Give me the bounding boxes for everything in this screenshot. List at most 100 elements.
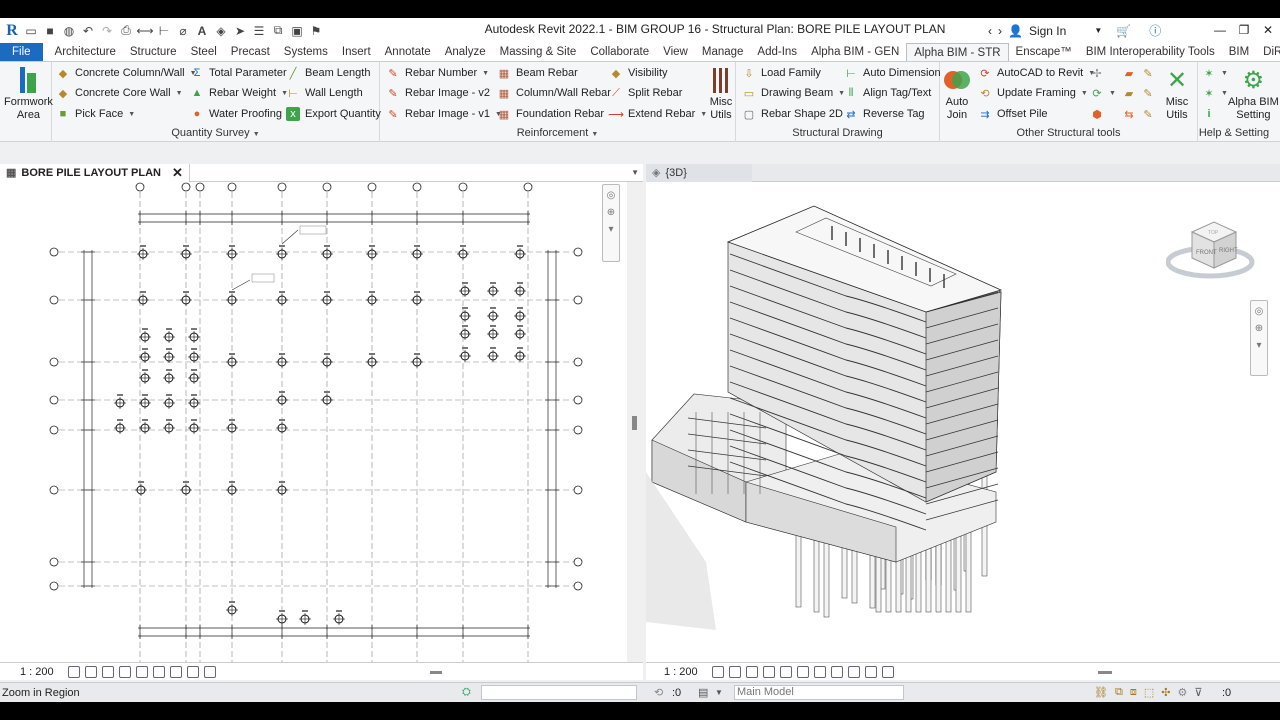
close-hidden-icon[interactable]: ⧉ — [270, 23, 286, 39]
export-quantity-button[interactable]: x Export Quantity — [286, 104, 381, 124]
drag-elements-icon[interactable]: ✣ — [1161, 686, 1170, 699]
visual-style-icon[interactable] — [84, 665, 97, 678]
sign-in-link[interactable]: Sign In — [1029, 24, 1066, 38]
nav-dropdown-icon[interactable]: ▾ — [1256, 340, 1261, 351]
tab-collaborate[interactable]: Collaborate — [583, 43, 656, 61]
viewcube-right[interactable]: RIGHT — [1219, 248, 1238, 254]
detail-level-icon[interactable] — [711, 665, 724, 678]
column-wall-rebar-button[interactable]: ▦ Column/Wall Rebar — [497, 83, 611, 103]
extend-rebar-button[interactable]: ⟶ Extend Rebar ▼ — [608, 104, 707, 124]
workset-field[interactable] — [481, 685, 637, 700]
zoom-icon[interactable]: ⊕ — [1255, 323, 1263, 334]
lock-3d-icon[interactable] — [830, 665, 843, 678]
3d-scale[interactable]: 1 : 200 — [664, 666, 698, 678]
3d-view-icon[interactable]: ◈ — [213, 23, 229, 39]
viewcube-top[interactable]: TOP — [1208, 230, 1219, 236]
align-tag-text-button[interactable]: ⫴ Align Tag/Text — [844, 83, 932, 103]
analytical-model-icon[interactable] — [881, 665, 894, 678]
plan-scale[interactable]: 1 : 200 — [20, 666, 54, 678]
pick-face-button[interactable]: ■ Pick Face ▼ — [56, 104, 136, 124]
load-family-button[interactable]: ⇩ Load Family — [742, 63, 821, 83]
tool-snap-button[interactable]: ✢ — [1090, 63, 1104, 83]
tab-list-icon[interactable]: ▼ — [631, 168, 639, 177]
tab-alpha-bim-gen[interactable]: Alpha BIM - GEN — [804, 43, 906, 61]
chevron-down-icon[interactable]: ▼ — [1094, 26, 1102, 35]
tab-analyze[interactable]: Analyze — [438, 43, 493, 61]
tab-add-ins[interactable]: Add-Ins — [750, 43, 804, 61]
3d-view-canvas[interactable]: FRONT RIGHT TOP ◎ ⊕ ▾ — [646, 182, 1280, 662]
filter-icon[interactable]: ⊽ — [1194, 686, 1202, 699]
dimension-icon[interactable]: ⊢ — [156, 23, 172, 39]
tab-precast[interactable]: Precast — [224, 43, 277, 61]
select-links-icon[interactable]: ⛓ — [1094, 686, 1108, 699]
zoom-icon[interactable]: ⊕ — [607, 207, 615, 218]
crop-view-icon[interactable] — [135, 665, 148, 678]
plan-navigation-bar[interactable]: ◎ ⊕ ▾ — [602, 184, 620, 262]
user-icon[interactable]: 👤 — [1008, 24, 1023, 38]
update-framing-button[interactable]: ⟲ Update Framing ▼ — [978, 83, 1087, 103]
editable-icon[interactable]: ⟲ — [654, 686, 663, 699]
tab-enscape[interactable]: Enscape™ — [1009, 43, 1079, 61]
select-pinned-icon[interactable]: ⧈ — [1130, 686, 1137, 699]
plan-horizontal-scroll-thumb[interactable] — [430, 671, 442, 674]
plan-vertical-scrollbar[interactable] — [627, 182, 643, 662]
tool-cycle-button[interactable]: ⟳ ▼ — [1090, 83, 1116, 103]
tab-insert[interactable]: Insert — [335, 43, 378, 61]
show-crop-icon[interactable] — [813, 665, 826, 678]
reveal-hidden-icon[interactable] — [864, 665, 877, 678]
tab-alpha-bim-str[interactable]: Alpha BIM - STR — [906, 43, 1009, 61]
auto-dimension-button[interactable]: ⊢ Auto Dimension — [844, 63, 940, 83]
minimize-icon[interactable]: — — [1208, 18, 1232, 43]
3d-navigation-bar[interactable]: ◎ ⊕ ▾ — [1250, 300, 1268, 376]
reverse-tag-button[interactable]: ⇄ Reverse Tag — [844, 104, 924, 124]
plan-view-canvas[interactable]: ◎ ⊕ ▾ — [0, 182, 627, 662]
concrete-column-wall-button[interactable]: ◆ Concrete Column/Wall ▼ — [56, 63, 197, 83]
total-parameter-button[interactable]: Σ Total Parameter — [190, 63, 287, 83]
design-options-icon[interactable]: ▤ — [698, 686, 708, 699]
tool-cube-button[interactable]: ⬢ — [1090, 104, 1104, 124]
temp-hide-icon[interactable] — [169, 665, 182, 678]
select-by-face-icon[interactable]: ⬚ — [1144, 686, 1154, 699]
beam-length-button[interactable]: ╱ Beam Length — [286, 63, 371, 83]
background-process-icon[interactable]: ⚙ — [1177, 686, 1187, 699]
show-crop-icon[interactable] — [152, 665, 165, 678]
help-tool-2[interactable]: ✶ ▼ — [1202, 83, 1228, 103]
help-icon[interactable]: ⓘ — [1149, 22, 1161, 39]
tool-arrow-button[interactable]: ⇆ ✎ — [1122, 104, 1155, 124]
misc-utils-button[interactable]: Misc Utils — [706, 64, 736, 122]
tab-file[interactable]: File — [0, 43, 43, 61]
shadows-icon[interactable] — [118, 665, 131, 678]
tab-systems[interactable]: Systems — [277, 43, 335, 61]
thin-lines-icon[interactable]: ☰ — [251, 23, 267, 39]
water-proofing-button[interactable]: ● Water Proofing — [190, 104, 282, 124]
nav-dropdown-icon[interactable]: ▾ — [608, 224, 613, 235]
tab-architecture[interactable]: Architecture — [48, 43, 123, 61]
model-selector[interactable]: Main Model — [734, 685, 904, 700]
3d-horizontal-scroll-thumb[interactable] — [1098, 671, 1112, 674]
analytical-model-icon[interactable] — [203, 665, 216, 678]
rebar-image-v2-button[interactable]: ✎ Rebar Image - v2 — [386, 83, 490, 103]
tab-bim[interactable]: BIM — [1222, 43, 1256, 61]
tab-massing-site[interactable]: Massing & Site — [493, 43, 584, 61]
viewcube[interactable]: FRONT RIGHT TOP — [1165, 210, 1256, 290]
workset-icon[interactable]: ⛭ — [462, 686, 471, 699]
undo-icon[interactable]: ↶ — [80, 23, 96, 39]
tag-icon[interactable]: ⌀ — [175, 23, 191, 39]
tab-manage[interactable]: Manage — [695, 43, 751, 61]
design-options-dropdown-icon[interactable]: ▼ — [715, 688, 723, 697]
print-icon[interactable]: ⎙ — [118, 23, 134, 39]
shadows-icon[interactable] — [762, 665, 775, 678]
drawing-beam-button[interactable]: ▭ Drawing Beam ▼ — [742, 83, 845, 103]
misc-utils-2-button[interactable]: ✕ Misc Utils — [1162, 64, 1192, 122]
sun-path-icon[interactable] — [101, 665, 114, 678]
visual-style-icon[interactable] — [728, 665, 741, 678]
redo-icon[interactable]: ↷ — [99, 23, 115, 39]
formwork-area-button[interactable]: Formwork Area — [4, 64, 53, 122]
info-button[interactable]: i — [1202, 104, 1216, 124]
reveal-hidden-icon[interactable] — [186, 665, 199, 678]
alpha-bim-setting-button[interactable]: ⚙ Alpha BIM Setting — [1228, 64, 1279, 122]
auto-join-button[interactable]: Auto Join — [942, 64, 972, 122]
concrete-core-wall-button[interactable]: ◆ Concrete Core Wall ▼ — [56, 83, 183, 103]
tool-brick-button[interactable]: ▰ ✎ — [1122, 63, 1155, 83]
crop-view-icon[interactable] — [796, 665, 809, 678]
